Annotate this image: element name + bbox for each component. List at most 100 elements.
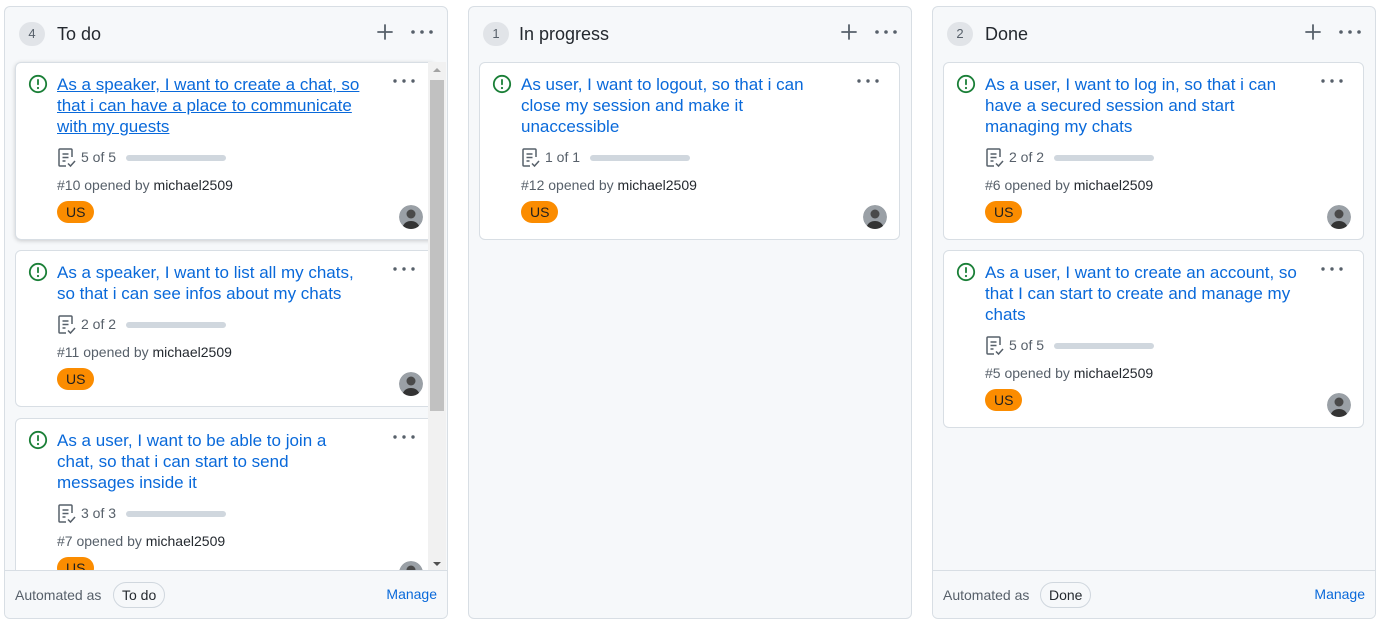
issue-title-link[interactable]: As a user, I want to log in, so that i c… xyxy=(985,74,1303,137)
issue-meta: #6 opened by michael2509 xyxy=(985,176,1153,194)
issue-opened-icon xyxy=(28,262,48,282)
manage-automation-link[interactable]: Manage xyxy=(386,585,437,603)
issue-opened-icon xyxy=(956,74,976,94)
issue-number-opened: #11 opened by xyxy=(57,344,153,360)
column-header: 1 In progress xyxy=(469,7,911,57)
column-title: To do xyxy=(57,24,102,44)
card-menu-kebab-icon[interactable] xyxy=(855,71,881,91)
checklist-icon xyxy=(58,315,76,335)
column-in-progress: 1 In progress As user, I want to logout,… xyxy=(468,6,912,619)
card-list-scrollbar[interactable] xyxy=(428,62,446,572)
issue-title-link[interactable]: As a user, I want to create an account, … xyxy=(985,262,1315,325)
issue-number-opened: #5 opened by xyxy=(985,365,1074,381)
label-us[interactable]: US xyxy=(521,201,559,223)
scroll-thumb[interactable] xyxy=(430,80,444,411)
project-board: 4 To do As a speaker, I want to create a… xyxy=(0,0,1384,621)
author-avatar[interactable] xyxy=(1327,205,1351,229)
checklist-icon xyxy=(58,148,76,168)
column-done: 2 Done As a user, I want to log in, so t… xyxy=(932,6,1376,619)
column-header: 2 Done xyxy=(933,7,1375,57)
checklist-icon xyxy=(986,336,1004,356)
issue-card[interactable]: As user, I want to logout, so that i can… xyxy=(479,62,900,240)
issue-author[interactable]: michael2509 xyxy=(1074,177,1153,193)
checklist-icon xyxy=(58,504,76,524)
issue-title-link[interactable]: As user, I want to logout, so that i can… xyxy=(521,74,831,137)
issue-meta: #5 opened by michael2509 xyxy=(985,364,1153,382)
add-card-plus-icon[interactable] xyxy=(373,20,397,44)
task-count: 5 of 5 xyxy=(1009,337,1045,353)
card-list: As a user, I want to log in, so that i c… xyxy=(933,57,1375,570)
label-us[interactable]: US xyxy=(985,389,1023,411)
column-card-count: 1 xyxy=(483,22,509,46)
author-avatar[interactable] xyxy=(399,372,423,396)
issue-card[interactable]: As a speaker, I want to create a chat, s… xyxy=(15,62,436,240)
label-us[interactable]: US xyxy=(57,368,95,390)
task-count: 1 of 1 xyxy=(545,149,581,165)
column-title: In progress xyxy=(519,24,610,44)
issue-card[interactable]: As a user, I want to create an account, … xyxy=(943,250,1364,428)
task-progress-bar xyxy=(590,155,690,161)
column-title: Done xyxy=(985,24,1029,44)
issue-author[interactable]: michael2509 xyxy=(154,177,233,193)
column-menu-kebab-icon[interactable] xyxy=(1336,20,1364,44)
manage-automation-link[interactable]: Manage xyxy=(1314,585,1365,603)
issue-number-opened: #6 opened by xyxy=(985,177,1074,193)
issue-card[interactable]: As a user, I want to be able to join a c… xyxy=(15,418,436,570)
issue-card[interactable]: As a speaker, I want to list all my chat… xyxy=(15,250,436,407)
issue-author[interactable]: michael2509 xyxy=(618,177,697,193)
card-menu-kebab-icon[interactable] xyxy=(1319,71,1345,91)
task-count: 3 of 3 xyxy=(81,505,117,521)
author-avatar[interactable] xyxy=(399,561,423,570)
issue-meta: #12 opened by michael2509 xyxy=(521,176,697,194)
column-menu-kebab-icon[interactable] xyxy=(408,20,436,44)
issue-meta: #10 opened by michael2509 xyxy=(57,176,233,194)
card-menu-kebab-icon[interactable] xyxy=(1319,259,1345,279)
issue-title-link[interactable]: As a speaker, I want to list all my chat… xyxy=(57,262,375,304)
card-list: As a speaker, I want to create a chat, s… xyxy=(5,57,447,570)
column-footer: Automated as Done Manage xyxy=(933,570,1375,618)
task-count: 5 of 5 xyxy=(81,149,117,165)
column-card-count: 2 xyxy=(947,22,973,46)
card-menu-kebab-icon[interactable] xyxy=(391,71,417,91)
issue-card[interactable]: As a user, I want to log in, so that i c… xyxy=(943,62,1364,240)
column-footer: Automated as To do Manage xyxy=(5,570,447,618)
issue-meta: #11 opened by michael2509 xyxy=(57,343,232,361)
scroll-up-arrow-icon[interactable] xyxy=(428,62,446,78)
task-progress-bar xyxy=(126,155,226,161)
label-us[interactable]: US xyxy=(57,201,95,223)
issue-author[interactable]: michael2509 xyxy=(146,533,225,549)
issue-author[interactable]: michael2509 xyxy=(153,344,232,360)
add-card-plus-icon[interactable] xyxy=(1301,20,1325,44)
issue-opened-icon xyxy=(28,74,48,94)
author-avatar[interactable] xyxy=(863,205,887,229)
checklist-icon xyxy=(522,148,540,168)
issue-author[interactable]: michael2509 xyxy=(1074,365,1153,381)
column-todo: 4 To do As a speaker, I want to create a… xyxy=(4,6,448,619)
column-card-count: 4 xyxy=(19,22,45,46)
card-menu-kebab-icon[interactable] xyxy=(391,427,417,447)
task-progress-bar xyxy=(1054,155,1154,161)
author-avatar[interactable] xyxy=(1327,393,1351,417)
task-progress-bar xyxy=(126,322,226,328)
label-us[interactable]: US xyxy=(57,557,95,570)
issue-number-opened: #12 opened by xyxy=(521,177,618,193)
label-us[interactable]: US xyxy=(985,201,1023,223)
column-menu-kebab-icon[interactable] xyxy=(872,20,900,44)
task-progress-bar xyxy=(126,511,226,517)
column-header: 4 To do xyxy=(5,7,447,57)
author-avatar[interactable] xyxy=(399,205,423,229)
task-count: 2 of 2 xyxy=(1009,149,1045,165)
issue-title-link[interactable]: As a user, I want to be able to join a c… xyxy=(57,430,357,493)
automation-preset: Done xyxy=(1040,582,1092,608)
issue-number-opened: #10 opened by xyxy=(57,177,154,193)
card-menu-kebab-icon[interactable] xyxy=(391,259,417,279)
issue-title-link[interactable]: As a speaker, I want to create a chat, s… xyxy=(57,74,362,137)
checklist-icon xyxy=(986,148,1004,168)
automation-preset: To do xyxy=(113,582,166,608)
card-list: As user, I want to logout, so that i can… xyxy=(469,57,911,618)
issue-opened-icon xyxy=(492,74,512,94)
automation-label: Automated as xyxy=(15,587,102,603)
issue-opened-icon xyxy=(28,430,48,450)
add-card-plus-icon[interactable] xyxy=(837,20,861,44)
issue-number-opened: #7 opened by xyxy=(57,533,146,549)
